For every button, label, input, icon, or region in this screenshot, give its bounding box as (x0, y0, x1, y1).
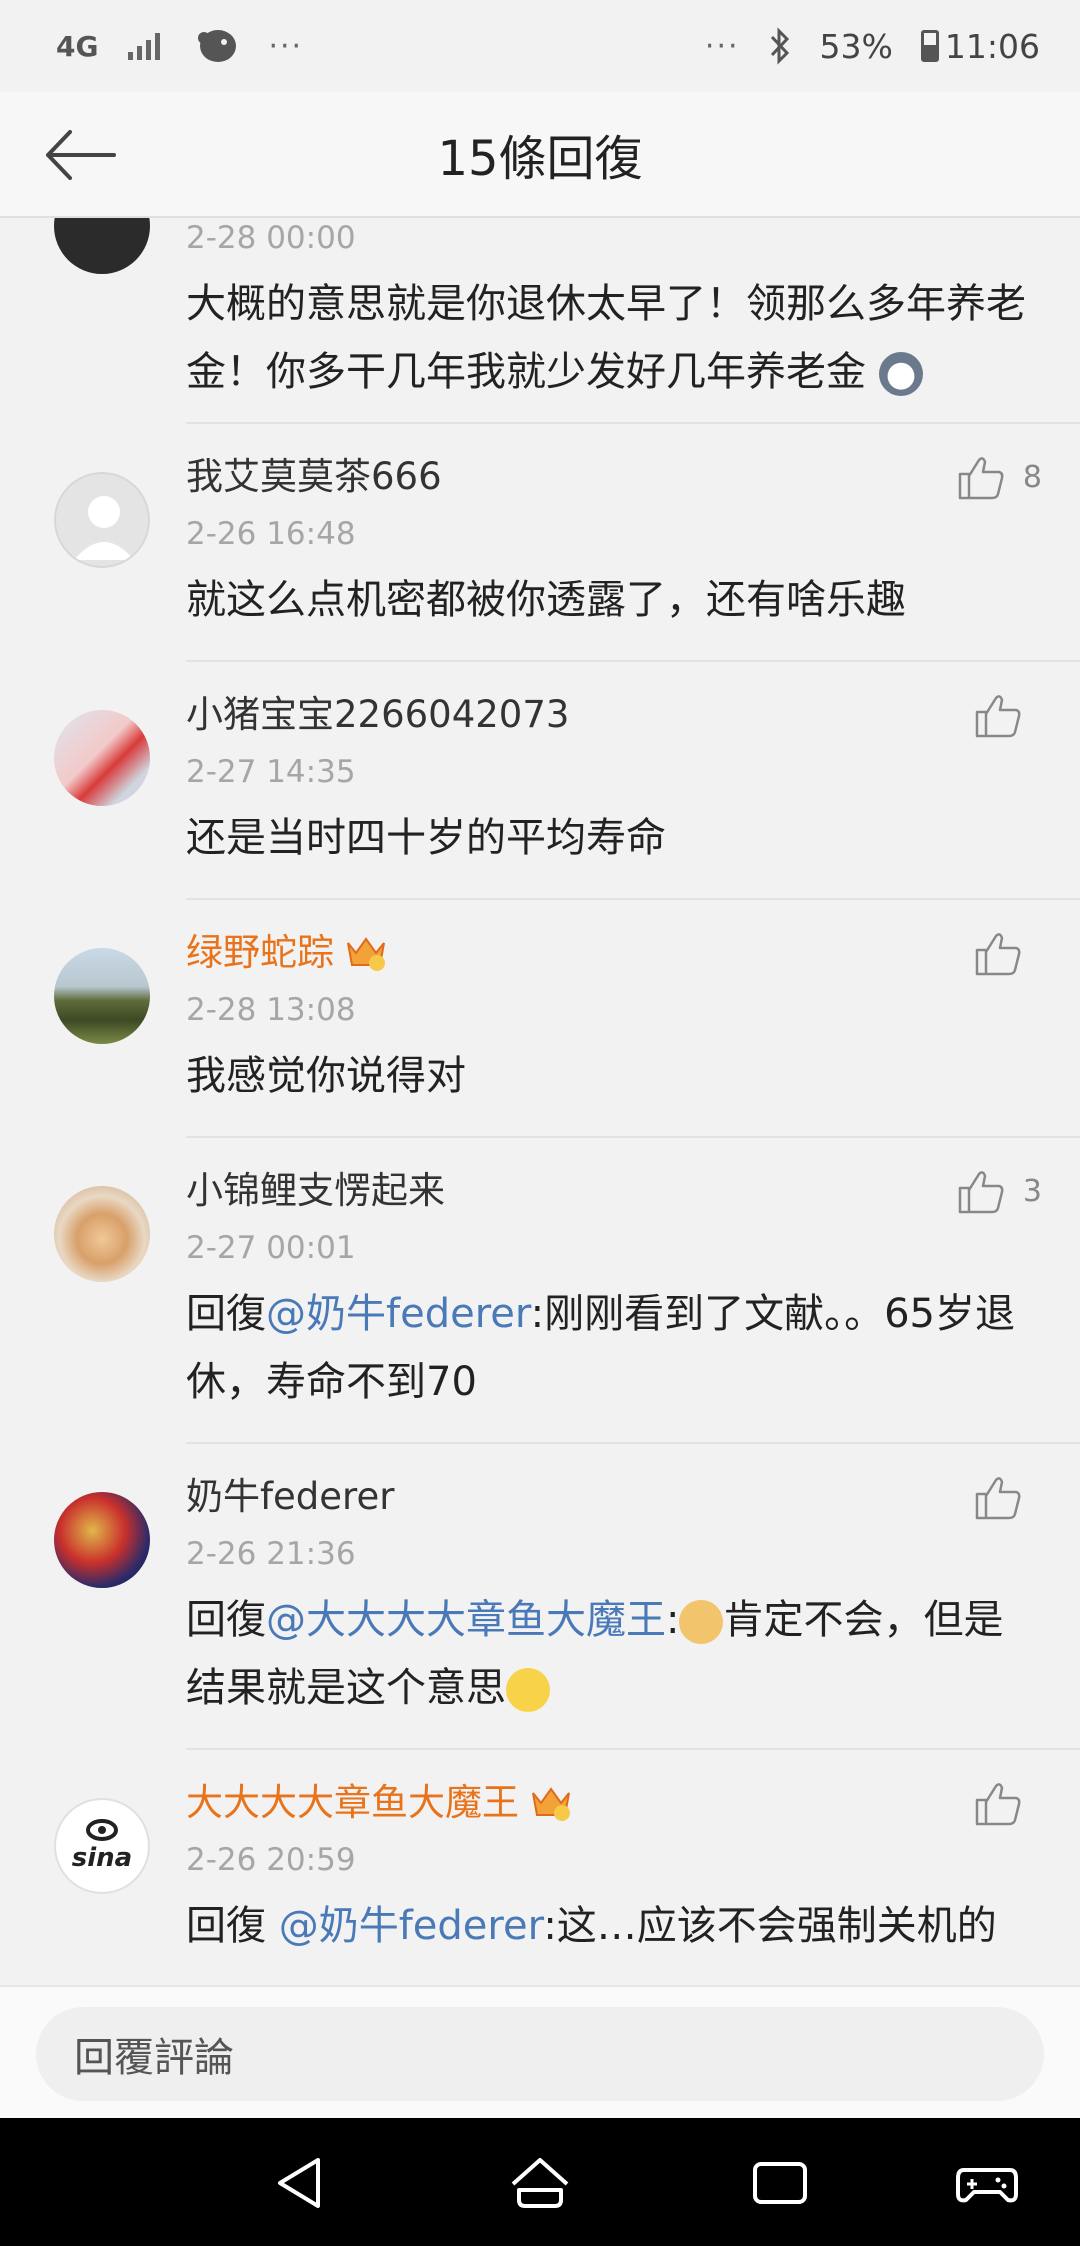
thumbs-up-icon (958, 457, 1004, 500)
back-arrow-icon[interactable] (40, 122, 120, 188)
system-nav-bar (0, 2118, 1080, 2246)
avatar[interactable] (54, 1186, 150, 1282)
mention-link[interactable]: @奶牛federer (279, 1903, 544, 1949)
divider (186, 422, 1080, 424)
comment-text: 还是当时四十岁的平均寿命 (186, 815, 666, 861)
like-button[interactable] (974, 1474, 1022, 1520)
network-indicator: 4G (56, 29, 99, 63)
app-notification-icon (198, 30, 237, 62)
like-button[interactable] (974, 1780, 1022, 1826)
home-nav-icon[interactable] (505, 2148, 575, 2218)
like-button[interactable] (974, 692, 1022, 738)
reply-bar: 回覆評論 (0, 1985, 1080, 2118)
avatar[interactable] (54, 472, 150, 568)
divider (186, 1136, 1080, 1138)
divider (186, 1442, 1080, 1444)
comment-text: 回復 @奶牛federer:这…应该不会强制关机的 (186, 1903, 997, 1949)
comment-time: 2-26 20:59 (186, 1842, 356, 1878)
back-nav-icon[interactable] (266, 2148, 336, 2218)
comment-time: 2-27 00:01 (186, 1230, 356, 1266)
shy-emoji-icon (506, 1668, 550, 1712)
thumbs-up-icon (975, 1477, 1021, 1520)
more-status-icon: ··· (704, 28, 740, 64)
like-button[interactable]: 8 (957, 454, 1042, 500)
game-controller-icon[interactable] (952, 2148, 1022, 2218)
comment-author[interactable]: 大大大大章鱼大魔王 (186, 1780, 1040, 1826)
comment-time: 2-28 13:08 (186, 992, 356, 1028)
bluetooth-icon (770, 27, 789, 65)
avatar[interactable] (54, 1492, 150, 1588)
avatar[interactable] (54, 710, 150, 806)
status-bar: 4G ··· ··· 53% 11:06 (0, 0, 1080, 92)
mention-link[interactable]: @大大大大章鱼大魔王 (266, 1597, 666, 1643)
vip-crown-icon (532, 1787, 570, 1821)
default-avatar-icon (74, 496, 134, 560)
like-button[interactable] (974, 930, 1022, 976)
comment-author[interactable]: 绿野蛇踪 (186, 930, 1040, 976)
comment-author[interactable]: 我艾莫莫茶666 (186, 454, 1040, 500)
thumbs-up-icon (958, 1171, 1004, 1214)
thumbs-up-icon (975, 695, 1021, 738)
divider (186, 898, 1080, 900)
svg-text:sina: sina (72, 1843, 132, 1873)
comment-time: 2-27 14:35 (186, 754, 356, 790)
comment-time: 2-26 16:48 (186, 516, 356, 552)
mention-link[interactable]: @奶牛federer (266, 1291, 531, 1337)
vip-crown-icon (347, 937, 385, 971)
like-count: 3 (1022, 1173, 1042, 1209)
comment-time: 2-26 21:36 (186, 1536, 356, 1572)
comment-text: 我感觉你说得对 (186, 1053, 466, 1099)
clock: 11:06 (944, 26, 1040, 66)
like-button[interactable]: 3 (957, 1168, 1042, 1214)
divider (186, 660, 1080, 662)
recent-apps-icon[interactable] (745, 2148, 815, 2218)
comment-time: 2-28 00:00 (186, 220, 356, 256)
reply-input[interactable]: 回覆評論 (36, 2007, 1044, 2101)
doge-emoji-icon (679, 1600, 724, 1644)
thumbs-up-icon (975, 1783, 1021, 1826)
header-bar: 15條回復 (0, 92, 1080, 218)
comment-text: 回復@奶牛federer:刚刚看到了文献。。65岁退休，寿命不到70 (186, 1291, 1015, 1405)
thumbs-up-icon (975, 933, 1021, 976)
avatar[interactable]: sina (54, 1798, 150, 1894)
more-notifications-icon: ··· (268, 28, 304, 64)
like-count: 8 (1022, 459, 1042, 495)
divider (186, 1748, 1080, 1750)
husky-emoji-icon (878, 352, 923, 396)
comment-list[interactable]: 2-28 00:00 大概的意思就是你退休太早了！领那么多年养老金！你多干几年我… (0, 218, 1080, 1985)
avatar[interactable] (54, 218, 150, 274)
comment-text: 大概的意思就是你退休太早了！领那么多年养老金！你多干几年我就少发好几年养老金 (186, 281, 1026, 396)
battery-icon (920, 30, 939, 62)
comment-text: 就这么点机密都被你透露了，还有啥乐趣 (186, 577, 906, 623)
sina-logo-icon: sina (72, 1819, 132, 1873)
comment-author[interactable]: 奶牛federer (186, 1474, 1040, 1520)
comment-author[interactable]: 小锦鲤支愣起来 (186, 1168, 1040, 1214)
page-title: 15條回復 (437, 131, 643, 187)
comment-author[interactable]: 小猪宝宝2266042073 (186, 692, 1040, 738)
battery-percent: 53% (819, 26, 893, 66)
signal-icon (128, 33, 161, 60)
comment-text: 回復@大大大大章鱼大魔王: 肯定不会，但是结果就是这个意思 (186, 1597, 1004, 1712)
avatar[interactable] (54, 948, 150, 1044)
